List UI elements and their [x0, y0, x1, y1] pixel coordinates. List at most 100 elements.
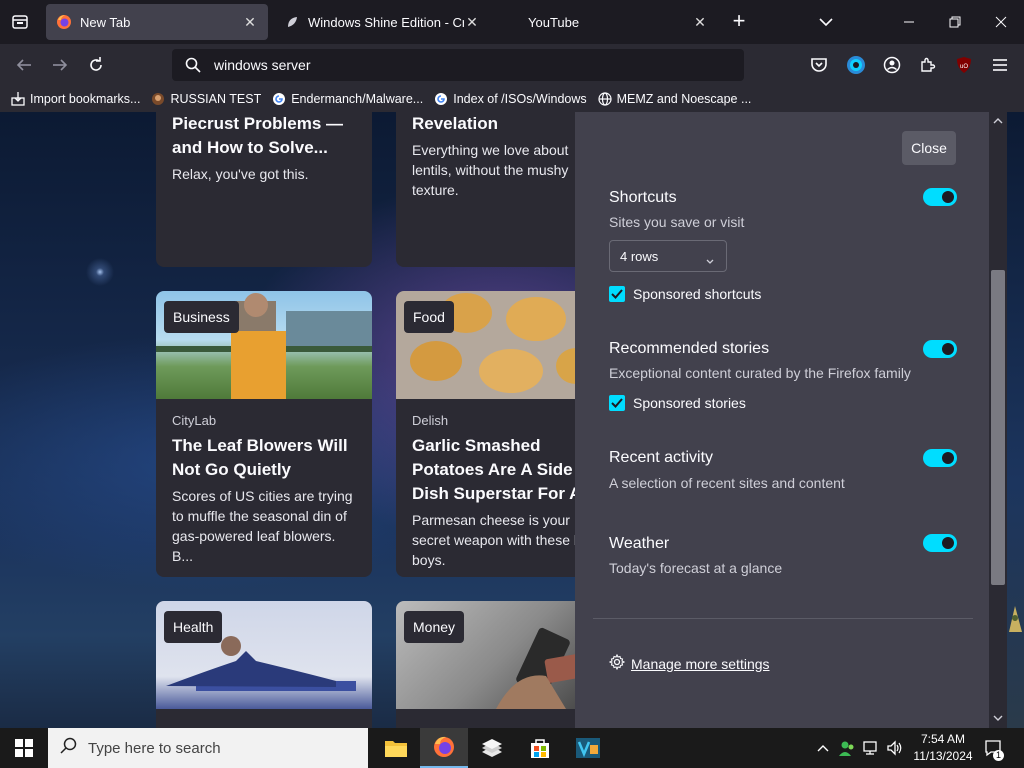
shortcuts-rows-select[interactable]: 4 rows [609, 240, 727, 272]
account-icon [883, 56, 901, 74]
weather-title: Weather [609, 535, 670, 552]
network-icon [863, 741, 877, 755]
recent-activity-title: Recent activity [609, 449, 714, 466]
url-input[interactable] [214, 57, 714, 73]
firefox-icon [434, 736, 454, 757]
minimize-icon [904, 21, 914, 23]
account-button[interactable] [881, 54, 903, 76]
ublock-shield-icon: uO [957, 57, 971, 73]
story-excerpt: Scores of US cities are trying to muffle… [172, 488, 353, 564]
ublock-button[interactable]: uO [953, 54, 975, 76]
firefox-view-button[interactable] [8, 10, 32, 34]
bookmark-endermanch[interactable]: Endermanch/Malware... [271, 91, 423, 107]
sponsored-stories-row[interactable]: Sponsored stories [609, 395, 746, 411]
bookmark-import[interactable]: Import bookmarks... [10, 91, 140, 107]
bookmark-label: MEMZ and Noescape ... [616, 92, 752, 106]
story-card[interactable]: Piecrust Problems — and How to Solve... … [156, 112, 372, 267]
clock-time: 7:54 AM [920, 732, 966, 746]
scroll-down-icon[interactable] [992, 712, 1004, 724]
tab-new-tab[interactable]: New Tab ✕ [46, 4, 268, 40]
story-image: Business [156, 291, 372, 399]
visual-app-button[interactable] [564, 728, 612, 768]
sponsored-stories-label: Sponsored stories [633, 395, 746, 411]
shortcuts-title: Shortcuts [609, 189, 677, 206]
scroll-up-icon[interactable] [992, 115, 1004, 127]
sponsored-stories-checkbox[interactable] [609, 395, 625, 411]
sponsored-shortcuts-checkbox[interactable] [609, 286, 625, 302]
category-tag: Business [164, 301, 239, 333]
bookmark-label: Endermanch/Malware... [291, 92, 424, 106]
notifications-button[interactable]: 1 [982, 728, 1005, 768]
people-tray-button[interactable] [836, 728, 858, 768]
close-window-button[interactable] [978, 0, 1024, 44]
close-panel-button[interactable]: Close [902, 131, 956, 165]
new-tab-button[interactable]: + [728, 10, 750, 33]
tab-youtube[interactable]: YouTube ✕ [518, 4, 718, 40]
story-excerpt: Relax, you've got this. [172, 166, 309, 182]
checkmark-icon [611, 398, 623, 408]
bookmark-memz[interactable]: MEMZ and Noescape ... [597, 91, 752, 107]
stories-toggle[interactable] [923, 340, 957, 358]
volume-button[interactable] [884, 728, 906, 768]
hamburger-menu-icon [993, 59, 1007, 71]
recent-activity-toggle[interactable] [923, 449, 957, 467]
shortcuts-toggle[interactable] [923, 188, 957, 206]
panel-divider [593, 618, 973, 619]
forward-button[interactable] [48, 53, 72, 77]
file-explorer-button[interactable] [372, 728, 420, 768]
extension-globe-button[interactable] [845, 54, 867, 76]
store-bag-icon [531, 739, 549, 758]
globe-extension-icon [847, 56, 865, 74]
tab-strip: New Tab ✕ Windows Shine Edition - Crusty… [0, 0, 1024, 44]
minimize-button[interactable] [886, 0, 932, 44]
search-icon [60, 737, 78, 759]
firefox-taskbar-button[interactable] [420, 728, 468, 768]
navigation-toolbar: uO [0, 44, 1024, 86]
close-tab-icon[interactable]: ✕ [692, 14, 708, 30]
chevron-down-icon [706, 253, 714, 268]
back-button[interactable] [12, 53, 36, 77]
folder-icon [385, 741, 407, 757]
address-bar[interactable] [172, 49, 744, 81]
taskbar-search[interactable]: Type here to search [48, 728, 368, 768]
scrollbar-thumb[interactable] [991, 270, 1005, 585]
story-source: Delish [412, 413, 449, 428]
shortcuts-subtitle: Sites you save or visit [609, 214, 745, 230]
story-card-health[interactable]: Health [156, 601, 372, 728]
sponsored-shortcuts-label: Sponsored shortcuts [633, 286, 762, 302]
reload-button[interactable] [84, 53, 108, 77]
bookmark-russian-test[interactable]: RUSSIAN TEST [150, 91, 261, 107]
pocket-button[interactable] [808, 54, 830, 76]
close-tab-icon[interactable]: ✕ [464, 14, 480, 30]
bookmark-isos-windows[interactable]: Index of /ISOs/Windows [433, 91, 587, 107]
taskbar-clock[interactable]: 7:54 AM 11/13/2024 [908, 731, 978, 765]
close-tab-icon[interactable]: ✕ [242, 14, 258, 30]
network-button[interactable] [860, 728, 882, 768]
tab-windows-shine[interactable]: Windows Shine Edition - Crusty ✕ [274, 4, 490, 40]
list-all-tabs-button[interactable] [816, 12, 836, 32]
tray-overflow-button[interactable] [814, 728, 832, 768]
story-card-business[interactable]: Business CityLab The Leaf Blowers Will N… [156, 291, 372, 577]
sponsored-shortcuts-row[interactable]: Sponsored shortcuts [609, 286, 761, 302]
story-source: CityLab [172, 413, 217, 428]
page-scrollbar[interactable] [989, 112, 1007, 728]
globe-icon [597, 91, 613, 107]
story-excerpt: Everything we love about lentils, withou… [412, 142, 569, 198]
manage-settings-link[interactable]: Manage more settings [608, 653, 770, 673]
library-app-button[interactable] [468, 728, 516, 768]
restore-button[interactable] [932, 0, 978, 44]
firefox-favicon-icon [56, 14, 72, 30]
weather-toggle[interactable] [923, 534, 957, 552]
store-button[interactable] [516, 728, 564, 768]
taskbar-search-placeholder: Type here to search [88, 739, 221, 757]
chevron-up-icon [817, 745, 829, 752]
extensions-button[interactable] [917, 54, 939, 76]
puzzle-icon [921, 57, 936, 72]
start-button[interactable] [0, 728, 48, 768]
weather-subtitle: Today's forecast at a glance [609, 560, 783, 576]
category-tag: Health [164, 611, 223, 643]
app-menu-button[interactable] [989, 54, 1011, 76]
desktop-edge [1007, 112, 1024, 728]
google-favicon-icon [271, 91, 287, 107]
manage-settings-label: Manage more settings [631, 655, 770, 672]
